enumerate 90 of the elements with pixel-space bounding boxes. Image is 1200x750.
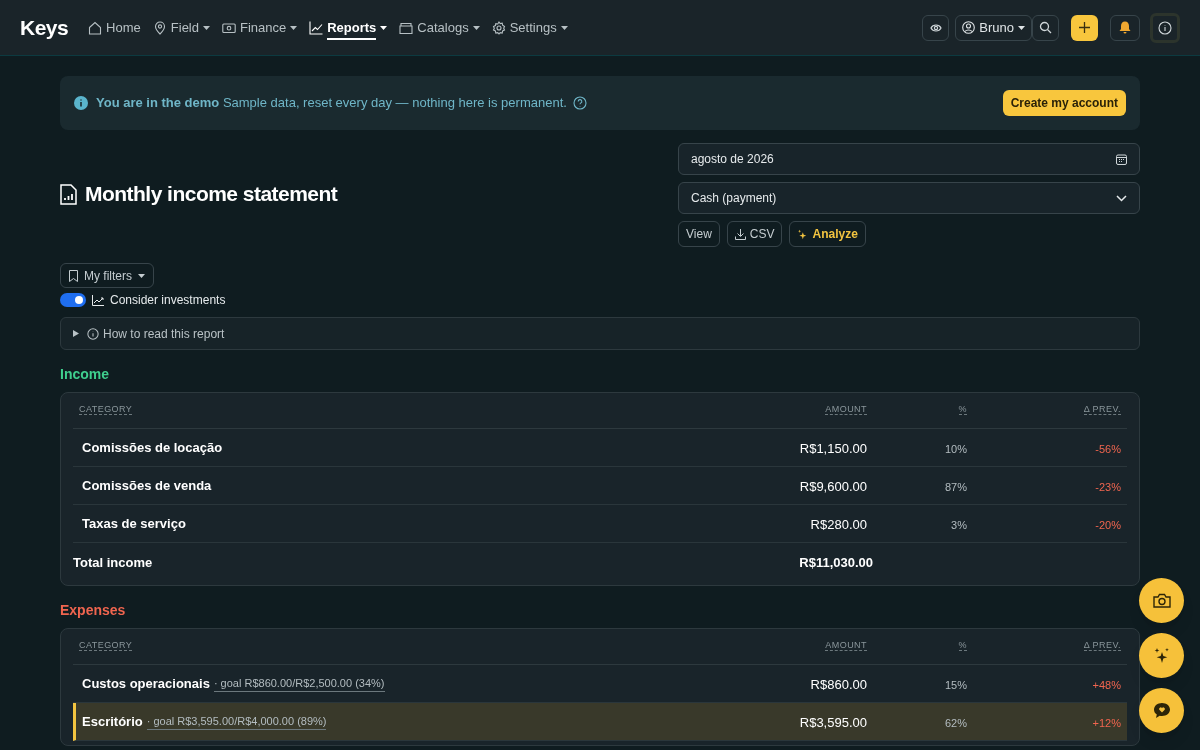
basis-select[interactable]: Cash (payment) [678,182,1140,214]
column-header[interactable]: Δ PREV. [1083,640,1121,651]
search-icon [1039,21,1052,34]
category-name: Taxas de serviço [82,514,186,533]
category-name: Escritório [82,712,143,731]
help-disclosure[interactable]: How to read this report [60,317,1140,350]
chat-button[interactable] [1139,688,1184,733]
category-name: Comissões de locação [82,438,223,457]
bookmark-icon [69,269,78,282]
plus-icon [1079,22,1090,33]
category-name: Custos operacionais [82,674,210,693]
amount-cell: R$1,150.00 [799,440,867,456]
column-header[interactable]: AMOUNT [825,404,867,415]
section-title: Expenses [60,601,127,620]
report-file-icon [60,183,77,205]
goal-link[interactable]: · goal R$860.00/R$2,500.00 (34%) [213,674,385,693]
map-pin-icon [152,20,167,35]
percent-cell: 15% [944,678,967,691]
chat-heart-icon [1152,702,1171,719]
delta-cell: +48% [1092,678,1121,691]
delta-cell: -56% [1095,442,1121,455]
goal-link[interactable]: · goal R$3,595.00/R$4,000.00 (89%) [146,712,327,731]
category-name: Comissões de venda [82,476,212,495]
percent-cell: 62% [944,716,967,729]
banner-message: You are in the demo Sample data, reset every day — nothing here is permanent. [96,94,567,113]
nav-link[interactable]: Finance [222,12,298,43]
visibility-button[interactable] [922,14,950,41]
nav-link[interactable]: Catalogs [399,12,480,43]
column-header[interactable]: CATEGORY [79,640,133,651]
search-button[interactable] [1032,14,1059,41]
info-icon [87,327,99,340]
line-chart-icon [309,20,324,35]
user-avatar-icon [962,21,976,34]
trend-chart-icon [92,294,104,306]
info-icon [1158,20,1172,35]
month-field[interactable]: agosto de 2026 [678,143,1140,175]
nav-link[interactable]: Reports [309,12,388,43]
ai-button[interactable] [1139,633,1184,678]
column-header[interactable]: % [958,404,967,415]
delta-cell: +12% [1092,716,1121,729]
percent-cell: 3% [951,518,967,531]
home-icon [88,20,103,35]
nav-link[interactable]: Home [88,12,141,43]
user-menu-button[interactable]: Bruno [955,14,1032,41]
eye-icon [929,22,942,33]
amount-cell: R$860.00 [810,676,867,692]
toggle-label: Consider investments [110,292,226,309]
add-button[interactable] [1071,14,1098,41]
download-icon [734,228,746,240]
camera-icon [1152,593,1171,608]
total-label: Total income [73,555,153,570]
delta-cell: -20% [1095,518,1121,531]
nav-link[interactable]: Settings [491,12,568,43]
help-icon[interactable] [572,96,587,110]
analyze-button[interactable]: Analyze [789,221,866,247]
percent-cell: 10% [944,442,967,455]
total-amount: R$11,030.00 [799,555,873,570]
disclosure-triangle-icon [73,330,79,337]
percent-cell: 87% [944,480,967,493]
amount-cell: R$280.00 [810,516,867,532]
banknote-icon [222,20,236,35]
caret-icon [138,273,145,278]
folder-icon [399,20,414,35]
notifications-button[interactable] [1110,14,1140,41]
camera-button[interactable] [1139,578,1184,623]
column-header[interactable]: AMOUNT [825,640,867,651]
sparkles-icon [1153,647,1170,664]
csv-button[interactable]: CSV [726,221,783,247]
nav-link[interactable]: Field [152,12,210,43]
amount-cell: R$3,595.00 [799,714,867,730]
column-header[interactable]: Δ PREV. [1083,404,1121,415]
view-button[interactable]: View [678,221,720,247]
page-title: Monthly income statement [85,181,338,208]
amount-cell: R$9,600.00 [799,478,867,494]
brand-logo[interactable]: Keys [20,11,69,44]
section-title: Income [60,365,110,384]
calendar-icon [1116,153,1127,165]
info-icon [74,96,88,110]
info-button[interactable] [1150,12,1180,43]
investments-toggle[interactable] [60,293,86,307]
bell-icon [1119,21,1131,34]
delta-cell: -23% [1095,480,1121,493]
column-header[interactable]: CATEGORY [79,404,133,415]
chevron-down-icon [1116,194,1127,202]
create-account-button[interactable]: Create my account [1002,90,1126,116]
sparkles-icon [797,228,809,240]
my-filters-button[interactable]: My filters [60,263,154,288]
column-header[interactable]: % [958,640,967,651]
gear-icon [491,20,506,35]
caret-icon [1018,25,1025,30]
